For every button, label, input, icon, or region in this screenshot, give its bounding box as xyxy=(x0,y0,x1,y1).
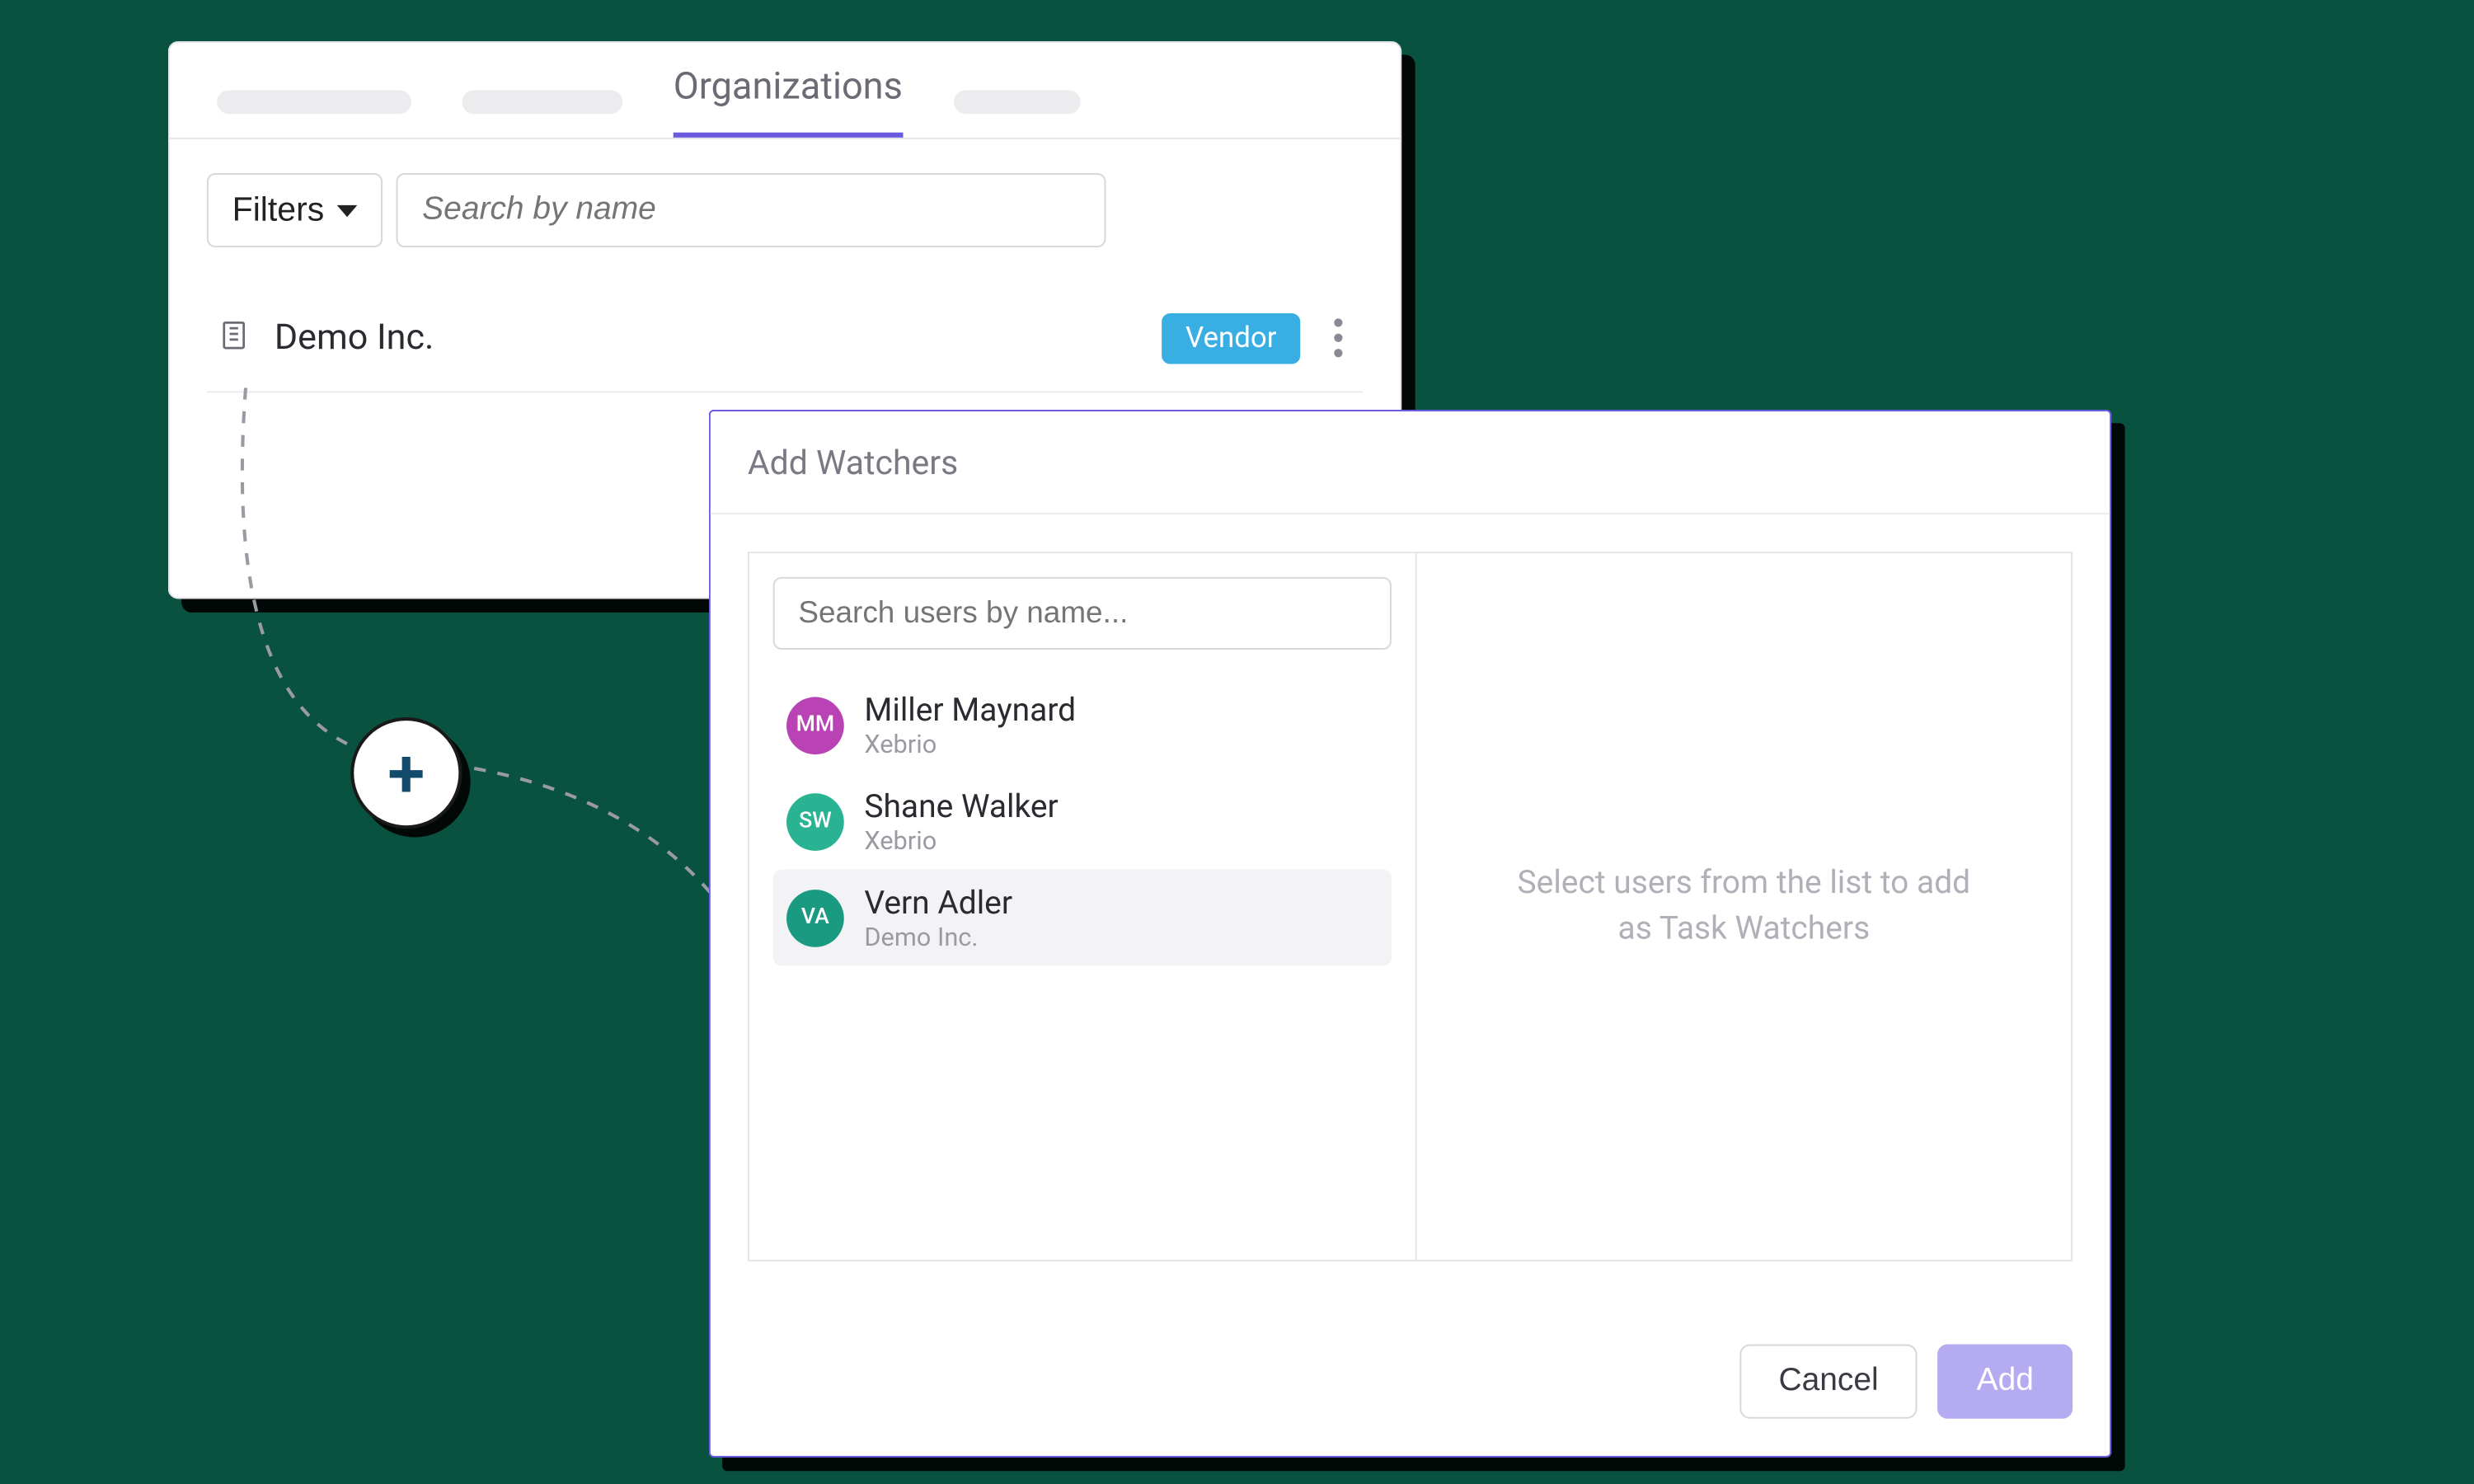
user-name: Shane Walker xyxy=(864,787,1058,825)
vendor-badge: Vendor xyxy=(1162,312,1300,364)
user-text: Miller MaynardXebrio xyxy=(864,690,1076,759)
user-org: Demo Inc. xyxy=(864,922,1012,952)
org-row[interactable]: Demo Inc. Vendor xyxy=(207,312,1363,392)
tab-placeholder xyxy=(217,90,411,114)
user-item[interactable]: VA Vern AdlerDemo Inc. xyxy=(773,870,1392,966)
org-toolbar: Filters xyxy=(170,139,1400,247)
add-watchers-modal: Add Watchers MMMiller MaynardXebrioSWSha… xyxy=(709,410,2112,1458)
avatar: SW xyxy=(786,792,844,850)
user-text: Shane WalkerXebrio xyxy=(864,787,1058,856)
add-confirm-button[interactable]: Add xyxy=(1937,1345,2073,1419)
cancel-button[interactable]: Cancel xyxy=(1739,1345,1918,1419)
filters-label: Filters xyxy=(232,190,325,229)
user-search-input[interactable] xyxy=(773,577,1392,650)
tab-placeholder xyxy=(953,90,1080,114)
org-search-input[interactable] xyxy=(397,173,1106,247)
org-name: Demo Inc. xyxy=(275,317,1138,358)
user-org: Xebrio xyxy=(864,729,1076,759)
tab-placeholder xyxy=(462,90,622,114)
plus-icon: + xyxy=(387,733,425,812)
chevron-down-icon xyxy=(338,204,359,216)
user-name: Miller Maynard xyxy=(864,690,1076,729)
avatar: VA xyxy=(786,889,844,946)
user-name: Vern Adler xyxy=(864,883,1012,922)
tab-organizations[interactable]: Organizations xyxy=(674,67,903,138)
org-tabs: Organizations xyxy=(170,43,1400,139)
add-button[interactable]: + xyxy=(350,717,462,829)
filters-button[interactable]: Filters xyxy=(207,173,383,247)
building-icon xyxy=(217,316,251,359)
user-item[interactable]: MM Miller MaynardXebrio xyxy=(773,677,1392,773)
avatar: MM xyxy=(786,696,844,754)
more-options-icon[interactable] xyxy=(1324,312,1353,364)
user-org: Xebrio xyxy=(864,825,1058,856)
user-text: Vern AdlerDemo Inc. xyxy=(864,883,1012,952)
user-list-pane: MMMiller MaynardXebrioSWShane WalkerXebr… xyxy=(748,552,1415,1261)
user-item[interactable]: SW Shane WalkerXebrio xyxy=(773,773,1392,870)
selection-hint: Select users from the list to add as Tas… xyxy=(1415,552,2073,1261)
modal-title: Add Watchers xyxy=(711,411,2110,514)
modal-footer: Cancel Add xyxy=(711,1345,2110,1456)
